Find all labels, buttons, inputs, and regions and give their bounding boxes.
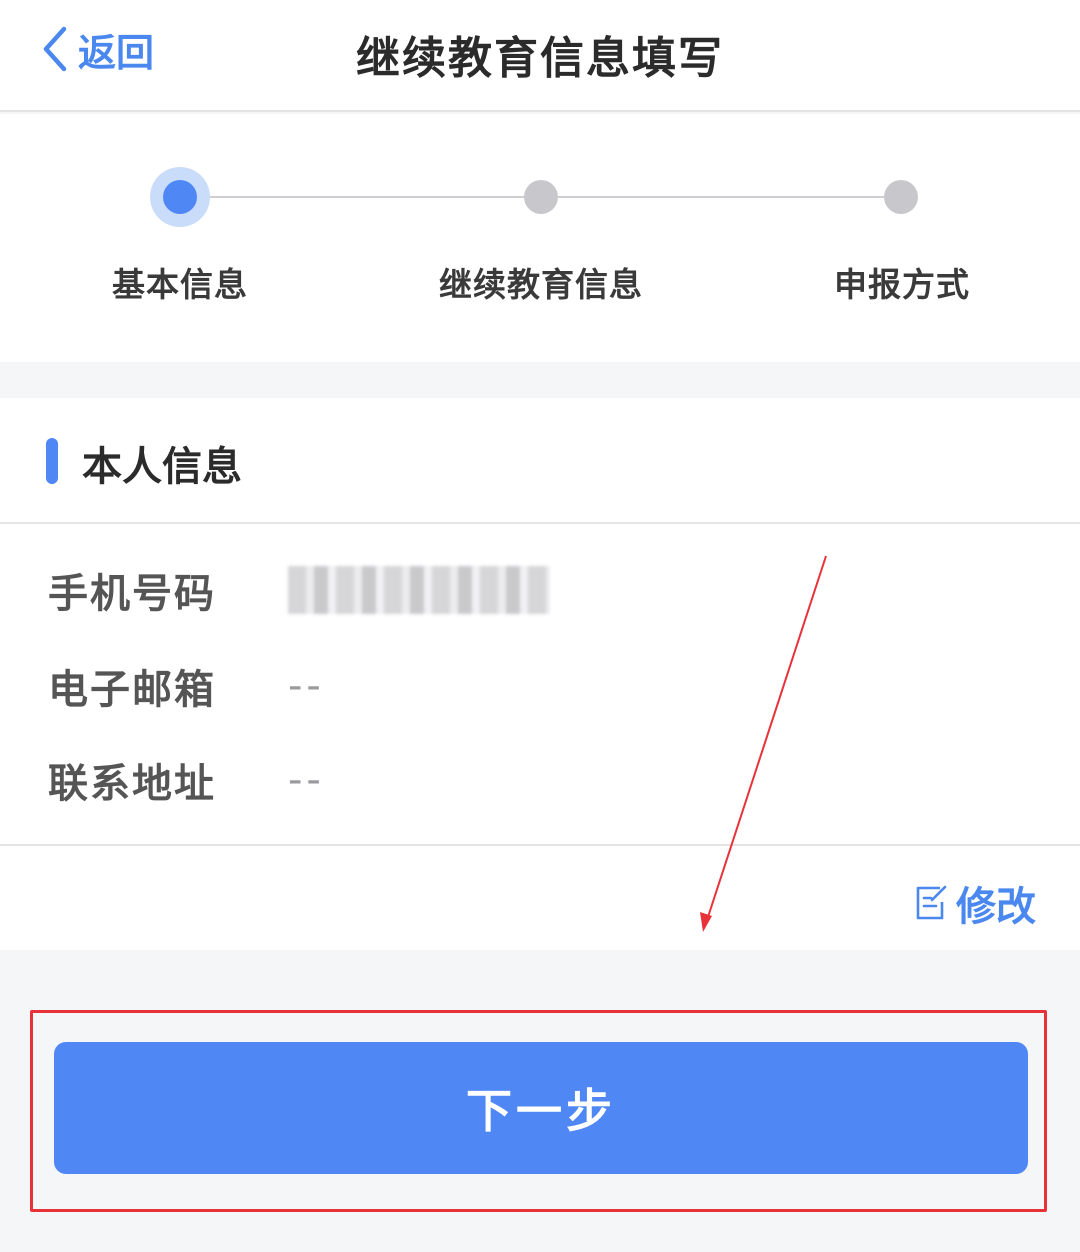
section-accent-bar — [46, 438, 58, 484]
page: 返回 继续教育信息填写 基本信息 继续教育信息 申报方式 本人信息 手机号码 电… — [0, 0, 1080, 1252]
step-1-label: 基本信息 — [112, 265, 248, 304]
address-value: -- — [288, 757, 325, 803]
personal-info-card: 本人信息 手机号码 电子邮箱 -- 联系地址 -- 修改 — [0, 398, 1080, 950]
step-connector — [206, 196, 526, 198]
step-indicator: 基本信息 继续教育信息 申报方式 — [0, 114, 1080, 362]
nav-header: 返回 继续教育信息填写 — [0, 0, 1080, 112]
card-divider — [0, 844, 1080, 846]
email-label: 电子邮箱 — [48, 667, 216, 713]
address-label: 联系地址 — [48, 761, 216, 807]
step-3-label: 申报方式 — [834, 265, 970, 304]
email-value: -- — [288, 663, 325, 709]
section-title: 本人信息 — [82, 444, 242, 490]
annotation-highlight-box — [30, 1010, 1047, 1212]
phone-label: 手机号码 — [48, 571, 216, 617]
step-3-dot — [884, 180, 918, 214]
info-row-email: 电子邮箱 -- — [48, 656, 325, 716]
edit-label: 修改 — [956, 884, 1036, 930]
phone-value-masked — [288, 566, 550, 614]
info-row-phone: 手机号码 — [48, 560, 550, 620]
step-connector — [558, 196, 884, 198]
step-2-dot — [524, 180, 558, 214]
step-1-dot — [150, 167, 210, 227]
step-1-dot-inner — [163, 180, 197, 214]
page-title: 继续教育信息填写 — [356, 33, 724, 84]
step-2-label: 继续教育信息 — [439, 265, 643, 304]
edit-button[interactable]: 修改 — [914, 874, 1036, 932]
info-row-address: 联系地址 -- — [48, 750, 325, 810]
section-header: 本人信息 — [0, 398, 1080, 524]
edit-icon — [916, 885, 947, 920]
